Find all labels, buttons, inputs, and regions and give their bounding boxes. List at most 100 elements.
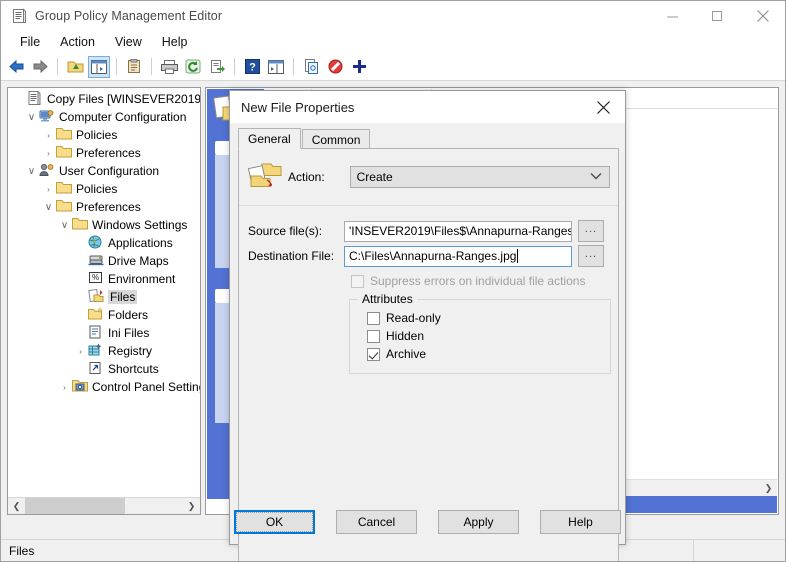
tree-node-label: Drive Maps [108, 254, 169, 268]
menu-action[interactable]: Action [50, 33, 105, 51]
checkbox-read-only[interactable] [367, 311, 380, 325]
export-list-icon[interactable] [206, 56, 228, 78]
dialog-tab-common[interactable]: Common [301, 129, 371, 149]
help-button[interactable]: Help [540, 510, 621, 534]
source-file-input[interactable]: 'INSEVER2019\Files$\Annapurna-Ranges.jpg [344, 220, 572, 242]
tree-horizontal-scrollbar[interactable]: ❮ ❯ [8, 497, 200, 514]
scroll-left-icon[interactable]: ❮ [8, 498, 25, 514]
minimize-button[interactable] [650, 1, 695, 31]
toolbar-separator [293, 58, 294, 75]
tree-node-copy-files[interactable]: Copy Files [WINSEVER2019.PAN [8, 90, 200, 108]
checkbox-suppress-errors[interactable] [351, 274, 364, 288]
copy-file-icon [247, 162, 282, 192]
cancel-button[interactable]: Cancel [336, 510, 417, 534]
ok-button[interactable]: OK [234, 510, 315, 534]
chevron-right-icon[interactable]: › [41, 180, 56, 198]
tree-node-ini-files[interactable]: Ini Files [8, 324, 200, 342]
tree-node-shortcuts[interactable]: Shortcuts [8, 360, 200, 378]
disable-icon[interactable] [324, 56, 346, 78]
chevron-down-icon[interactable]: ∨ [24, 162, 39, 180]
maximize-button[interactable] [695, 1, 740, 31]
tree-node-user-preferences[interactable]: ∨ Preferences [8, 198, 200, 216]
ini-files-icon [88, 325, 105, 341]
source-file-value: 'INSEVER2019\Files$\Annapurna-Ranges.jpg [349, 224, 572, 238]
checkbox-hidden[interactable] [367, 329, 380, 343]
control-panel-icon [72, 379, 89, 395]
chevron-down-icon[interactable]: ∨ [41, 198, 56, 216]
destination-browse-button[interactable]: ... [578, 245, 604, 267]
chevron-down-icon[interactable] [590, 171, 602, 183]
dialog-title: New File Properties [241, 99, 355, 115]
tree-node-label: Preferences [76, 200, 141, 214]
computer-config-icon [39, 109, 56, 125]
scroll-right-icon[interactable]: ❯ [183, 498, 200, 514]
chevron-down-icon[interactable]: ∨ [57, 216, 72, 234]
destination-file-value: C:\Files\Annapurna-Ranges.jpg [349, 249, 517, 263]
back-icon[interactable] [5, 56, 27, 78]
apply-button[interactable]: Apply [438, 510, 519, 534]
attribute-archive-row[interactable]: Archive [367, 347, 426, 361]
suppress-errors-row[interactable]: Suppress errors on individual file actio… [351, 274, 585, 288]
tree-node-folders[interactable]: Folders [8, 306, 200, 324]
close-button[interactable] [740, 1, 785, 31]
attributes-groupbox: Attributes Read-only Hidden Archive [349, 292, 611, 374]
up-folder-icon[interactable] [64, 56, 86, 78]
attribute-hidden-row[interactable]: Hidden [367, 329, 424, 343]
tree-node-applications[interactable]: Applications [8, 234, 200, 252]
applications-icon [88, 235, 105, 251]
action-value: Create [356, 170, 393, 184]
tree-node-user-policies[interactable]: › Policies [8, 180, 200, 198]
tree-node-windows-settings[interactable]: ∨ Windows Settings [8, 216, 200, 234]
action-combobox[interactable]: Create [349, 166, 610, 188]
expander-icon[interactable] [12, 90, 27, 108]
chevron-down-icon[interactable]: ∨ [24, 108, 39, 126]
attributes-title: Attributes [358, 292, 417, 306]
menu-file[interactable]: File [10, 33, 50, 51]
folders-icon [88, 306, 105, 323]
tree-node-environment[interactable]: % Environment [8, 270, 200, 288]
chevron-right-icon[interactable]: › [41, 126, 56, 144]
scroll-track[interactable] [25, 498, 183, 514]
window-title: Group Policy Management Editor [35, 9, 223, 23]
new-window-icon[interactable] [300, 56, 322, 78]
tree-node-drive-maps[interactable]: Drive Maps [8, 252, 200, 270]
svg-text:%: % [92, 273, 99, 282]
suppress-errors-label: Suppress errors on individual file actio… [370, 274, 586, 288]
scroll-right-icon[interactable]: ❯ [760, 480, 777, 496]
tree-node-label: Policies [76, 182, 118, 196]
toolbar: ? [1, 53, 785, 81]
destination-file-input[interactable]: C:\Files\Annapurna-Ranges.jpg [344, 245, 572, 267]
dialog-close-button[interactable] [581, 91, 625, 123]
checkbox-archive[interactable] [367, 347, 380, 361]
tree-node-label: Policies [76, 128, 118, 142]
print-icon[interactable] [158, 56, 180, 78]
shortcuts-icon [88, 361, 105, 377]
dialog-tab-general[interactable]: General [238, 128, 301, 149]
chevron-right-icon[interactable]: › [57, 378, 72, 396]
chevron-right-icon[interactable]: › [73, 342, 88, 360]
source-browse-button[interactable]: ... [578, 220, 604, 242]
tree-node-computer-preferences[interactable]: › Preferences [8, 144, 200, 162]
attribute-read-only-row[interactable]: Read-only [367, 311, 441, 325]
tree-node-files[interactable]: Files [8, 288, 200, 306]
console-tree[interactable]: Copy Files [WINSEVER2019.PAN ∨ Compute [8, 88, 200, 497]
refresh-icon[interactable] [182, 56, 204, 78]
tree-node-user-configuration[interactable]: ∨ User Configuration [8, 162, 200, 180]
tree-node-control-panel-settings[interactable]: › Control Panel Setting [8, 378, 200, 396]
scroll-thumb[interactable] [25, 498, 125, 514]
menu-help[interactable]: Help [152, 33, 198, 51]
tree-node-computer-configuration[interactable]: ∨ Computer Configuration [8, 108, 200, 126]
chevron-right-icon[interactable]: › [41, 144, 56, 162]
destination-file-label: Destination File: [248, 249, 335, 263]
show-details-icon[interactable] [265, 56, 287, 78]
show-tree-icon[interactable] [88, 55, 110, 78]
tree-node-registry[interactable]: › Registry [8, 342, 200, 360]
forward-icon[interactable] [29, 56, 51, 78]
toolbar-separator [116, 58, 117, 75]
properties-icon[interactable] [123, 56, 145, 78]
new-item-icon[interactable] [348, 56, 370, 78]
tree-node-computer-policies[interactable]: › Policies [8, 126, 200, 144]
tree-node-label: User Configuration [59, 164, 160, 178]
menu-view[interactable]: View [105, 33, 152, 51]
help-icon[interactable]: ? [241, 56, 263, 78]
